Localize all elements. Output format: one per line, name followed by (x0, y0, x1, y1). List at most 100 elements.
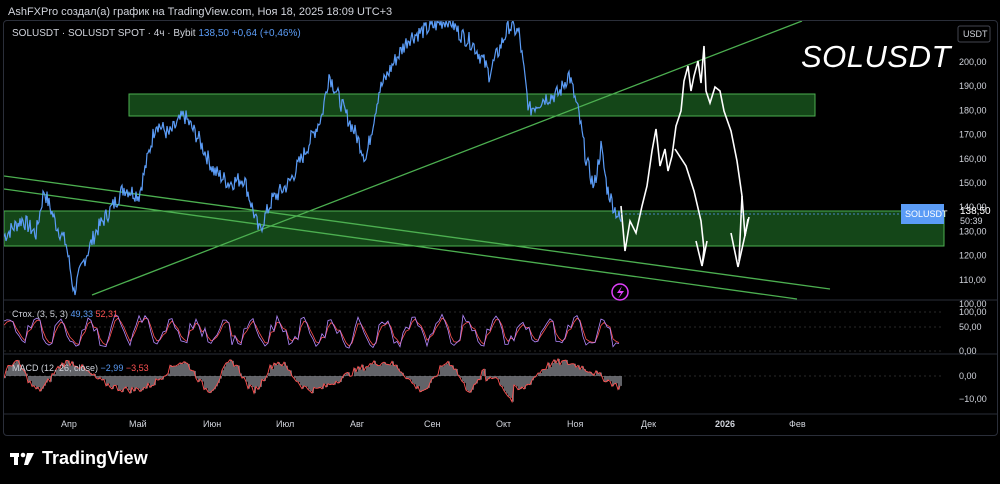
macd-histogram-bar (6, 370, 8, 376)
time-tick-label: Июл (276, 419, 294, 429)
macd-histogram-bar (208, 376, 210, 392)
macd-histogram-bar (230, 359, 232, 376)
macd-histogram-bar (184, 361, 186, 376)
macd-histogram-bar (516, 376, 518, 387)
tradingview-logo[interactable]: TradingView (10, 448, 148, 469)
macd-histogram-bar (262, 376, 264, 380)
macd-histogram-bar (540, 372, 542, 376)
macd-histogram-bar (356, 371, 358, 376)
macd-histogram-bar (604, 376, 606, 382)
macd-histogram-bar (212, 376, 214, 391)
macd-histogram-bar (450, 365, 452, 376)
macd-histogram-bar (178, 364, 180, 376)
macd-histogram-bar (182, 363, 184, 376)
macd-histogram-bar (48, 376, 50, 379)
macd-histogram-bar (294, 376, 296, 379)
chart-svg[interactable]: 200,00190,00180,00170,00160,00150,00140,… (4, 21, 997, 435)
stochastic-pane[interactable] (4, 313, 620, 349)
macd-histogram-bar (580, 369, 582, 376)
projection-path-2[interactable] (674, 148, 705, 267)
macd-histogram-bar (414, 376, 416, 385)
macd-histogram-bar (364, 370, 366, 376)
macd-tick-label: −10,00 (959, 394, 987, 404)
macd-histogram-bar (282, 365, 284, 376)
time-tick-label: Сен (424, 419, 441, 429)
macd-histogram-bar (346, 373, 348, 376)
macd-histogram-bar (138, 376, 140, 389)
macd-histogram-bar (246, 376, 248, 382)
macd-histogram-bar (186, 362, 188, 376)
macd-histogram-bar (466, 376, 468, 391)
macd-histogram-bar (550, 367, 552, 376)
macd-histogram-bar (118, 376, 120, 391)
macd-histogram-bar (236, 365, 238, 376)
macd-legend[interactable]: MACD (12, 26, close) −2,99 −3,53 (12, 363, 149, 373)
macd-histogram-bar (202, 376, 204, 382)
macd-histogram-bar (556, 362, 558, 376)
macd-histogram-bar (376, 364, 378, 376)
macd-histogram-bar (552, 363, 554, 376)
macd-histogram-bar (276, 364, 278, 376)
macd-histogram-bar (108, 376, 110, 384)
macd-histogram-bar (32, 376, 34, 387)
time-tick-label: 2026 (715, 419, 735, 429)
price-tick-label: 180,00 (959, 105, 987, 115)
macd-histogram-bar (128, 376, 130, 391)
macd-histogram-bar (224, 366, 226, 376)
macd-histogram-bar (462, 376, 464, 382)
macd-histogram-bar (252, 376, 254, 388)
macd-histogram-bar (206, 376, 208, 389)
macd-histogram-bar (502, 376, 504, 387)
macd-histogram-bar (614, 376, 616, 385)
macd-histogram-bar (410, 376, 412, 380)
macd-histogram-bar (514, 376, 516, 386)
macd-histogram-bar (298, 376, 300, 383)
macd-histogram-bar (136, 376, 138, 388)
macd-histogram-bar (120, 376, 122, 390)
price-tick-label: 120,00 (959, 251, 987, 261)
stoch-legend[interactable]: Стох. (3, 5, 3) 49,33 52,31 (12, 309, 118, 319)
macd-histogram-bar (616, 376, 618, 384)
stoch-name: Стох. (3, 5, 3) (12, 309, 68, 319)
macd-histogram-bar (314, 376, 316, 388)
macd-value-1: −2,99 (100, 363, 124, 373)
ascending-trendline[interactable] (91, 21, 803, 296)
macd-histogram-bar (572, 363, 574, 376)
macd-histogram-bar (518, 376, 520, 390)
macd-histogram-bar (174, 366, 176, 376)
legend-change: +0,64 (+0,46%) (231, 28, 301, 39)
legend-symbol: SOLUSDT · SOLUSDT SPOT · 4ч · Bybit (12, 28, 196, 39)
macd-histogram-bar (360, 369, 362, 376)
macd-histogram-bar (482, 370, 484, 376)
stoch-tick-label: 0,00 (959, 346, 977, 356)
macd-histogram-bar (304, 376, 306, 386)
macd-histogram-bar (366, 366, 368, 376)
macd-histogram-bar (110, 376, 112, 388)
macd-histogram-bar (412, 376, 414, 384)
macd-histogram-bar (228, 362, 230, 376)
time-tick-label: Ноя (567, 419, 584, 429)
price-tick-label: 170,00 (959, 130, 987, 140)
macd-histogram-bar (388, 364, 390, 376)
price-axis[interactable]: 200,00190,00180,00170,00160,00150,00140,… (959, 57, 987, 404)
macd-histogram-bar (426, 376, 428, 390)
tradingview-brand: TradingView (42, 448, 148, 468)
macd-histogram-bar (608, 376, 610, 380)
stoch-k-line (4, 313, 620, 349)
price-label-symbol: SOLUSDT (905, 209, 948, 219)
macd-histogram-bar (328, 376, 330, 384)
macd-histogram-bar (332, 376, 334, 385)
stoch-d-line (4, 317, 620, 347)
symbol-legend[interactable]: SOLUSDT · SOLUSDT SPOT · 4ч · Bybit 138,… (12, 28, 301, 39)
macd-histogram-bar (562, 360, 564, 376)
macd-histogram-bar (568, 364, 570, 376)
time-tick-label: Фев (789, 419, 806, 429)
time-axis[interactable]: Апр Май Июн Июл Авг Сен Окт Ноя Дек 2026 Фев (61, 419, 806, 429)
price-tick-label: 110,00 (959, 275, 986, 285)
price-tick-label: 160,00 (959, 154, 987, 164)
stoch-tick-label: 50,00 (959, 322, 982, 332)
price-tick-label: 130,00 (959, 226, 987, 236)
macd-histogram-bar (144, 376, 146, 388)
chart-frame[interactable]: 200,00 190,00 180,00 170,00 160,00 150,00 140,… (3, 20, 998, 436)
macd-histogram-bar (308, 376, 310, 390)
